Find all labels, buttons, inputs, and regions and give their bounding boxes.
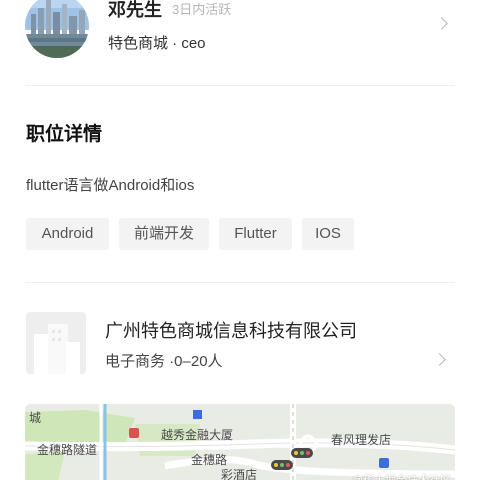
avatar-city-image: [25, 0, 89, 58]
section-title-job-details: 职位详情: [26, 124, 103, 145]
divider: [25, 85, 455, 86]
recruiter-avatar: [25, 0, 89, 58]
job-description: flutter语言做Android和ios: [26, 177, 195, 194]
skill-tag: 前端开发: [119, 218, 209, 250]
chevron-right-icon: [433, 353, 446, 366]
skill-tag: Flutter: [219, 218, 292, 250]
map-label: 越秀金融大厦: [161, 428, 234, 442]
map-label: 春风理发店: [331, 433, 392, 447]
recruiter-card[interactable]: 邓先生 3日内活跃 特色商城 · ceo: [0, 0, 480, 70]
map-label: 城: [29, 411, 42, 425]
map-label: 金穗路隧道: [37, 443, 98, 457]
company-link[interactable]: [25, 300, 455, 390]
recruiter-name: 邓先生: [108, 0, 162, 20]
map-label: 彩酒店: [221, 468, 258, 480]
recruiter-company-title: 特色商城 · ceo: [108, 35, 206, 52]
divider: [25, 282, 455, 283]
skill-tag: IOS: [302, 218, 354, 250]
active-status-label: 3日内活跃: [172, 2, 232, 17]
job-detail-page: 邓先生 3日内活跃 特色商城 · ceo 职位详情 flutter语言做Andr…: [0, 0, 480, 480]
skill-tag: Android: [26, 218, 109, 250]
chevron-right-icon: [435, 17, 448, 30]
watermark: @稀土掘金技术社区: [352, 472, 451, 480]
company-location-map[interactable]: 城 金穗路隧道 越秀金融大厦 金穗路 彩酒店 春风理发店 @稀土掘金技术社区: [25, 404, 455, 480]
